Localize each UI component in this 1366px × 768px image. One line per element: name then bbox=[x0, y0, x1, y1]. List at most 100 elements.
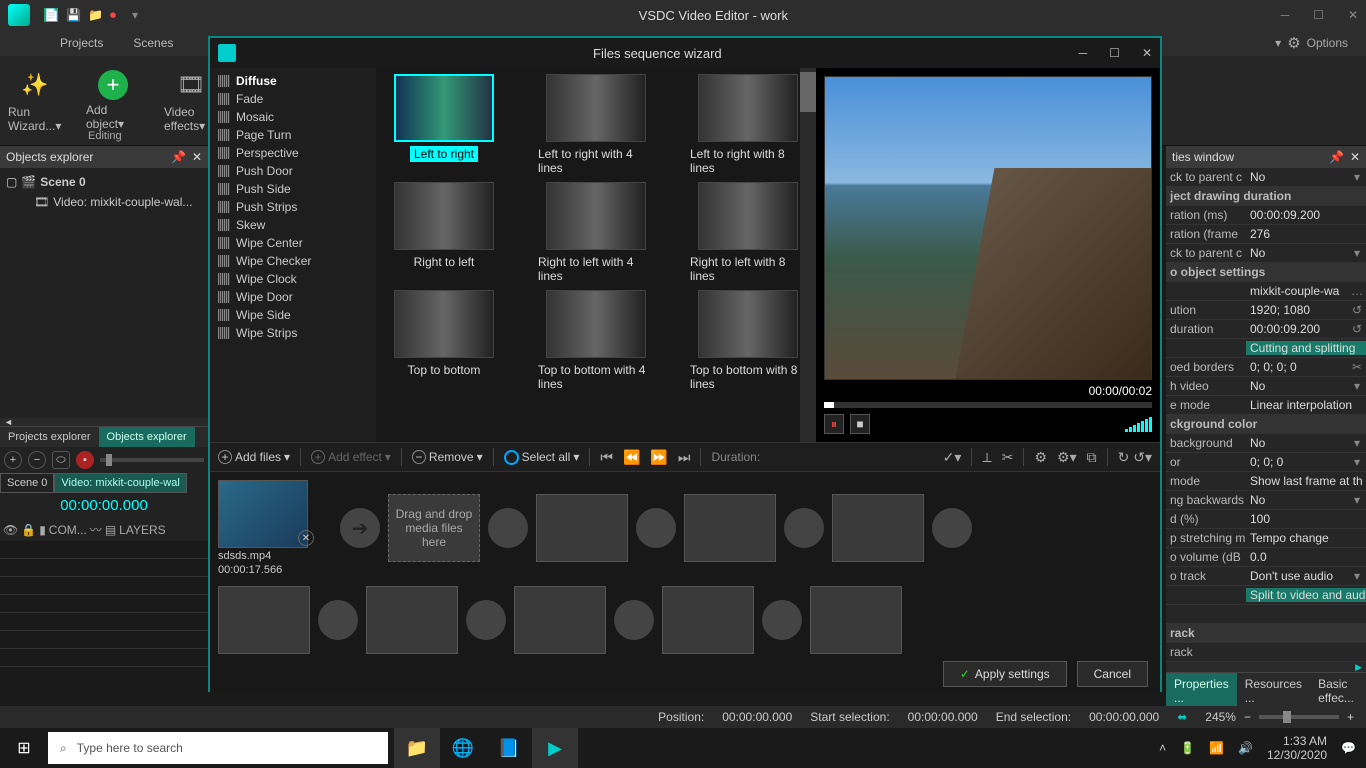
transition-preset[interactable]: Left to right bbox=[382, 74, 506, 176]
layers-icon[interactable]: ▤ bbox=[105, 523, 116, 537]
media-slot[interactable] bbox=[514, 586, 606, 654]
media-slot[interactable] bbox=[218, 586, 310, 654]
transition-preset[interactable]: Right to left with 8 lines bbox=[686, 182, 810, 284]
skip-fwd-icon[interactable]: ⏭ bbox=[678, 449, 691, 466]
word-icon[interactable]: 📘 bbox=[486, 728, 532, 768]
marker-icon[interactable]: ▮ bbox=[39, 523, 46, 537]
transition-item[interactable]: Push Strips bbox=[210, 198, 376, 216]
media-clip[interactable]: sdsds.mp4 00:00:17.566 bbox=[218, 480, 308, 576]
wave-icon[interactable]: 〰 bbox=[90, 521, 102, 538]
transition-preset[interactable]: Left to right with 8 lines bbox=[686, 74, 810, 176]
rotate-icon[interactable]: ↻ ↺▾ bbox=[1118, 449, 1152, 466]
qat-more-icon[interactable]: ▾ bbox=[132, 8, 146, 22]
transition-item[interactable]: Wipe Center bbox=[210, 234, 376, 252]
fit-icon[interactable]: ⬌ bbox=[1177, 710, 1187, 724]
zoom-in-button[interactable]: + bbox=[1347, 710, 1354, 724]
tl-remove-button[interactable]: − bbox=[28, 451, 46, 469]
clock[interactable]: 1:33 AM 12/30/2020 bbox=[1267, 734, 1327, 763]
media-slot[interactable] bbox=[684, 494, 776, 562]
pin-icon[interactable]: 📌 bbox=[171, 150, 186, 164]
property-row[interactable]: oed borders0; 0; 0; 0✂ bbox=[1166, 358, 1366, 377]
qat-record-icon[interactable]: ⏺ bbox=[110, 8, 124, 22]
media-slot[interactable] bbox=[662, 586, 754, 654]
tab-objects-explorer[interactable]: Objects explorer bbox=[99, 427, 195, 447]
property-row[interactable]: ck to parent cNo▾ bbox=[1166, 168, 1366, 187]
timeline-grid[interactable] bbox=[0, 541, 208, 681]
scene-node[interactable]: ▢ 🎬 Scene 0 bbox=[6, 172, 202, 192]
transition-item[interactable]: Mosaic bbox=[210, 108, 376, 126]
property-row[interactable]: d (%)100 bbox=[1166, 510, 1366, 529]
tab-projects-explorer[interactable]: Projects explorer bbox=[0, 427, 99, 447]
wizard-maximize-button[interactable]: ☐ bbox=[1109, 46, 1120, 60]
qat-open-icon[interactable]: 📁 bbox=[88, 8, 102, 22]
add-files-button[interactable]: +Add files ▾ bbox=[218, 450, 290, 464]
tl-tab-video[interactable]: Video: mixkit-couple-wal bbox=[54, 473, 186, 493]
maximize-button[interactable]: ☐ bbox=[1313, 8, 1324, 22]
wifi-icon[interactable]: 📶 bbox=[1209, 741, 1224, 755]
transition-item[interactable]: Push Door bbox=[210, 162, 376, 180]
zoom-slider[interactable] bbox=[1259, 715, 1339, 719]
transition-item[interactable]: Page Turn bbox=[210, 126, 376, 144]
add-object-button[interactable]: + Add object▾ bbox=[86, 70, 140, 131]
transition-slot[interactable] bbox=[636, 508, 676, 548]
qat-new-icon[interactable]: 📄 bbox=[44, 8, 58, 22]
tl-rec-button[interactable]: ▪ bbox=[76, 451, 94, 469]
property-row[interactable]: backgroundNo▾ bbox=[1166, 434, 1366, 453]
property-row[interactable]: duration00:00:09.200↺ bbox=[1166, 320, 1366, 339]
run-wizard-button[interactable]: ✨ Run Wizard...▾ bbox=[8, 68, 62, 133]
wizard-minimize-button[interactable]: ─ bbox=[1079, 46, 1088, 60]
transition-preset[interactable]: Right to left with 4 lines bbox=[534, 182, 658, 284]
transition-slot[interactable] bbox=[614, 600, 654, 640]
property-row[interactable]: o volume (dB0.0 bbox=[1166, 548, 1366, 567]
start-button[interactable]: ⊞ bbox=[0, 728, 48, 768]
close-button[interactable]: ✕ bbox=[1348, 8, 1358, 22]
collapse-icon[interactable]: ▢ bbox=[6, 175, 17, 189]
transitions-scrollbar[interactable] bbox=[800, 68, 816, 442]
tab-properties[interactable]: Properties ... bbox=[1166, 673, 1237, 709]
media-slot[interactable] bbox=[810, 586, 902, 654]
tl-add-button[interactable]: + bbox=[4, 451, 22, 469]
cut-icon[interactable]: ✂ bbox=[1002, 449, 1014, 466]
transition-item[interactable]: Wipe Checker bbox=[210, 252, 376, 270]
battery-icon[interactable]: 🔋 bbox=[1180, 741, 1195, 755]
property-row[interactable]: Split to video and audio bbox=[1166, 586, 1366, 605]
property-row[interactable]: ution1920; 1080↺ bbox=[1166, 301, 1366, 320]
scroll-right-icon[interactable]: ▶ bbox=[1355, 662, 1362, 672]
property-row[interactable]: o trackDon't use audio▾ bbox=[1166, 567, 1366, 586]
rewind-icon[interactable]: ⏪ bbox=[623, 449, 640, 466]
transition-item[interactable]: Wipe Strips bbox=[210, 324, 376, 342]
tl-link-button[interactable]: ⬭ bbox=[52, 451, 70, 469]
wizard-titlebar[interactable]: Files sequence wizard ─ ☐ ✕ bbox=[210, 38, 1160, 68]
chrome-icon[interactable]: 🌐 bbox=[440, 728, 486, 768]
crop-icon[interactable]: ⟂ bbox=[982, 449, 991, 466]
dropdown-icon[interactable]: ▾ bbox=[1275, 36, 1281, 50]
property-row[interactable]: rack bbox=[1166, 643, 1366, 662]
transition-item[interactable]: Push Side bbox=[210, 180, 376, 198]
property-row[interactable]: modeShow last frame at th bbox=[1166, 472, 1366, 491]
property-row[interactable]: ration (frame276 bbox=[1166, 225, 1366, 244]
property-row[interactable]: mixkit-couple-wa… bbox=[1166, 282, 1366, 301]
transition-slot[interactable] bbox=[466, 600, 506, 640]
select-all-button[interactable]: Select all ▾ bbox=[504, 450, 580, 465]
transition-item[interactable]: Fade bbox=[210, 90, 376, 108]
vsdc-icon[interactable]: ▶ bbox=[532, 728, 578, 768]
property-row[interactable]: h videoNo▾ bbox=[1166, 377, 1366, 396]
gear1-icon[interactable]: ⚙ bbox=[1034, 449, 1047, 466]
media-slot[interactable] bbox=[832, 494, 924, 562]
pin-icon[interactable]: 📌 bbox=[1329, 150, 1344, 164]
wizard-close-button[interactable]: ✕ bbox=[1142, 46, 1152, 60]
options-label[interactable]: Options bbox=[1307, 36, 1348, 50]
close-panel-icon[interactable]: ✕ bbox=[192, 150, 202, 164]
file-explorer-icon[interactable]: 📁 bbox=[394, 728, 440, 768]
transition-item[interactable]: Perspective bbox=[210, 144, 376, 162]
drop-zone[interactable]: Drag and drop media files here bbox=[388, 494, 480, 562]
taskbar-search[interactable]: ⌕ Type here to search bbox=[48, 732, 388, 764]
transition-preset[interactable]: Top to bottom bbox=[382, 290, 506, 392]
skip-back-icon[interactable]: ⏮ bbox=[600, 449, 613, 466]
transition-item[interactable]: Wipe Side bbox=[210, 306, 376, 324]
close-panel-icon[interactable]: ✕ bbox=[1350, 150, 1360, 164]
check-icon[interactable]: ✓▾ bbox=[943, 449, 962, 466]
scroll-left-icon[interactable]: ◄ bbox=[4, 417, 13, 427]
gear-icon[interactable]: ⚙ bbox=[1287, 34, 1300, 52]
property-row[interactable]: ng backwardsNo▾ bbox=[1166, 491, 1366, 510]
